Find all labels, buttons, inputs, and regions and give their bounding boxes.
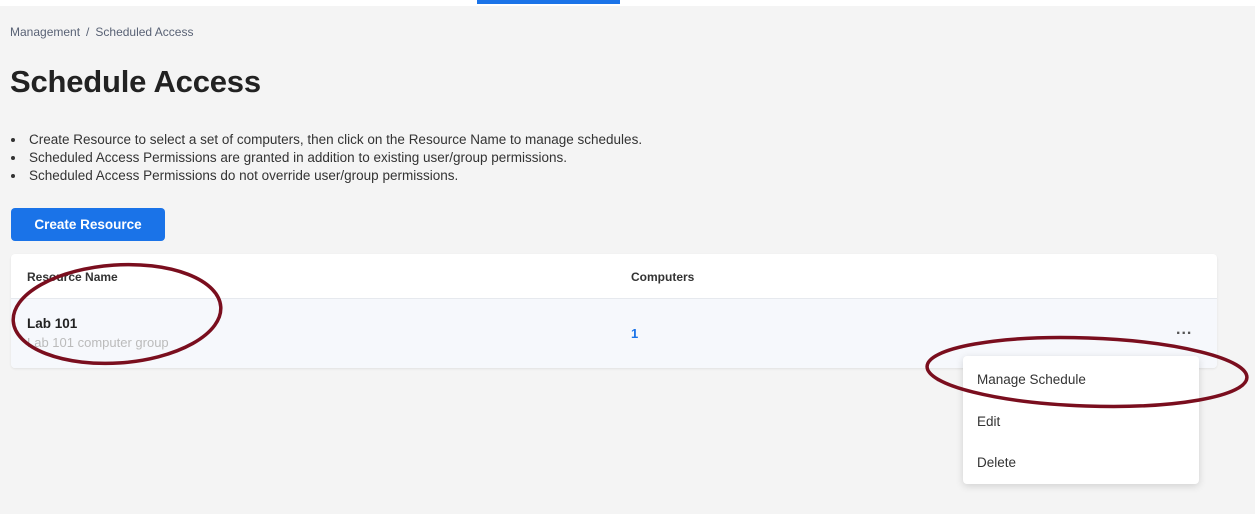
computers-count-link[interactable]: 1 bbox=[631, 326, 638, 341]
info-item: Create Resource to select a set of compu… bbox=[10, 131, 642, 149]
active-tab-indicator bbox=[477, 0, 620, 4]
top-nav-strip bbox=[0, 0, 1255, 6]
column-header-resource-name[interactable]: Resource Name bbox=[27, 270, 118, 284]
info-list: Create Resource to select a set of compu… bbox=[10, 131, 642, 185]
page-title: Schedule Access bbox=[10, 64, 261, 99]
menu-item-delete[interactable]: Delete bbox=[977, 455, 1016, 470]
info-text: Scheduled Access Permissions do not over… bbox=[29, 168, 459, 183]
info-text: Create Resource to select a set of compu… bbox=[29, 132, 643, 147]
info-item: Scheduled Access Permissions are granted… bbox=[10, 149, 642, 167]
resource-name-link[interactable]: Lab 101 bbox=[27, 316, 77, 331]
resources-table: Resource Name Computers Lab 101 Lab 101 … bbox=[11, 254, 1217, 368]
bullet-icon bbox=[11, 138, 15, 142]
row-actions-menu: Manage Schedule Edit Delete bbox=[963, 356, 1199, 484]
bullet-icon bbox=[11, 156, 15, 160]
resource-description: Lab 101 computer group bbox=[27, 335, 169, 350]
breadcrumb: Management / Scheduled Access bbox=[10, 25, 193, 39]
more-horizontal-icon[interactable]: ... bbox=[1176, 321, 1192, 339]
breadcrumb-separator: / bbox=[86, 25, 90, 39]
column-header-computers[interactable]: Computers bbox=[631, 270, 694, 284]
bullet-icon bbox=[11, 174, 15, 178]
info-item: Scheduled Access Permissions do not over… bbox=[10, 167, 642, 185]
breadcrumb-current: Scheduled Access bbox=[95, 25, 194, 39]
menu-item-manage-schedule[interactable]: Manage Schedule bbox=[977, 372, 1086, 387]
create-resource-button[interactable]: Create Resource bbox=[11, 208, 165, 241]
breadcrumb-management[interactable]: Management bbox=[10, 25, 80, 39]
menu-item-edit[interactable]: Edit bbox=[977, 414, 1000, 429]
info-text: Scheduled Access Permissions are granted… bbox=[29, 150, 568, 165]
table-header: Resource Name Computers bbox=[11, 254, 1217, 299]
